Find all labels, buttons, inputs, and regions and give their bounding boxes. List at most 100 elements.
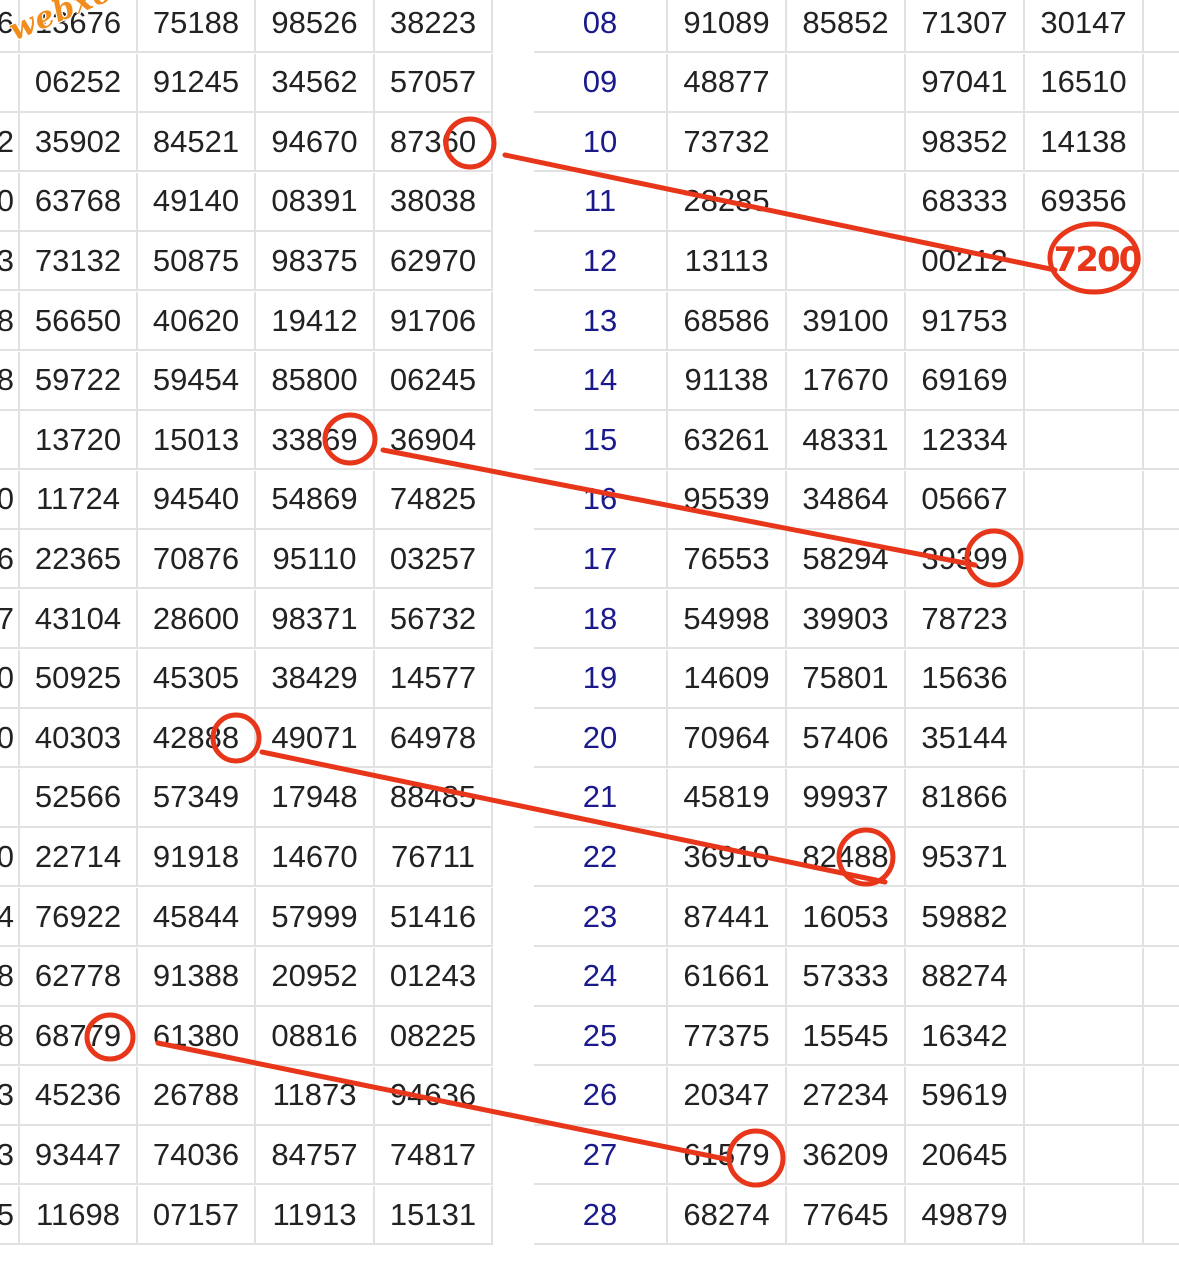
table-edge-cell: [1144, 0, 1179, 53]
result-cell: 99937: [787, 768, 906, 828]
result-cell: 00212: [906, 232, 1025, 292]
result-cell: 70876: [138, 530, 256, 590]
result-cell: 17948: [256, 768, 375, 828]
result-cell: 95371: [906, 828, 1025, 888]
result-cell: 35902: [20, 113, 138, 173]
result-cell: 63261: [668, 411, 787, 471]
result-cell: 13720: [20, 411, 138, 471]
result-cell: 11873: [256, 1066, 375, 1126]
result-cell: 81866: [906, 768, 1025, 828]
result-cell: 73732: [668, 113, 787, 173]
result-cell: 76553: [668, 530, 787, 590]
result-cell: 15013: [138, 411, 256, 471]
result-cell: 70964: [668, 709, 787, 769]
result-cell: 08225: [375, 1007, 493, 1067]
result-cell: 08391: [256, 172, 375, 232]
result-cell: 01243: [375, 947, 493, 1007]
result-cell: 14138: [1025, 113, 1144, 173]
result-cell: 45305: [138, 649, 256, 709]
day-number-cell: 20: [534, 709, 668, 769]
result-cell: 68333: [906, 172, 1025, 232]
result-cell: 39903: [787, 590, 906, 649]
result-cell: 91245: [138, 53, 256, 113]
result-cell: 91089: [668, 0, 787, 53]
result-cell: 06245: [375, 351, 493, 411]
result-cell: 22365: [20, 530, 138, 590]
result-cell: [1025, 590, 1144, 649]
result-cell: 95539: [668, 470, 787, 530]
result-cell: 36904: [375, 411, 493, 471]
result-cell: 20952: [256, 947, 375, 1007]
result-cell: 50925: [20, 649, 138, 709]
day-number-cell: 17: [534, 530, 668, 590]
result-cell: 91706: [375, 292, 493, 351]
result-cell: 98375: [256, 232, 375, 292]
result-cell: 85852: [787, 0, 906, 53]
result-cell: 27234: [787, 1066, 906, 1126]
day-number-cell: 19: [534, 649, 668, 709]
result-cell: 91388: [138, 947, 256, 1007]
table-edge-cell: [1144, 411, 1179, 471]
row-edge-digit: 2: [0, 113, 20, 173]
result-cell: 59454: [138, 351, 256, 411]
result-cell: 14670: [256, 828, 375, 888]
result-cell: 78723: [906, 590, 1025, 649]
result-cell: [1025, 1126, 1144, 1186]
result-cell: [1025, 292, 1144, 351]
result-cell: 69356: [1025, 172, 1144, 232]
table-edge-cell: [1144, 590, 1179, 649]
result-cell: 49071: [256, 709, 375, 769]
result-cell: 54869: [256, 470, 375, 530]
result-cell: 05667: [906, 470, 1025, 530]
result-cell: 59882: [906, 888, 1025, 947]
row-edge-digit: 3: [0, 1066, 20, 1126]
result-cell: [1025, 828, 1144, 888]
result-cell: [1025, 1066, 1144, 1126]
day-number-cell: 27: [534, 1126, 668, 1186]
result-cell: 95110: [256, 530, 375, 590]
result-cell: 94670: [256, 113, 375, 173]
result-cell: 34864: [787, 470, 906, 530]
day-number-cell: 26: [534, 1066, 668, 1126]
result-cell: 87441: [668, 888, 787, 947]
day-number-cell: 21: [534, 768, 668, 828]
result-cell: 15636: [906, 649, 1025, 709]
result-cell: 77645: [787, 1186, 906, 1245]
result-cell: 91138: [668, 351, 787, 411]
result-cell: 58294: [787, 530, 906, 590]
result-cell: 61661: [668, 947, 787, 1007]
result-cell: 52566: [20, 768, 138, 828]
result-cell: 49140: [138, 172, 256, 232]
row-edge-digit: 5: [0, 1186, 20, 1245]
table-edge-cell: [1144, 113, 1179, 173]
result-cell: [1025, 1186, 1144, 1245]
result-cell: 36910: [668, 828, 787, 888]
result-cell: 14609: [668, 649, 787, 709]
result-cell: 14577: [375, 649, 493, 709]
result-cell: 12334: [906, 411, 1025, 471]
result-cell: 87360: [375, 113, 493, 173]
table-edge-cell: [1144, 709, 1179, 769]
result-cell: 39100: [787, 292, 906, 351]
result-cell: 64978: [375, 709, 493, 769]
result-cell: 48331: [787, 411, 906, 471]
result-cell: 16053: [787, 888, 906, 947]
table-edge-cell: [1144, 1067, 1179, 1126]
result-cell: 45236: [20, 1066, 138, 1126]
result-cell: 40620: [138, 292, 256, 351]
row-edge-digit: 0: [0, 172, 20, 232]
result-cell: 35144: [906, 709, 1025, 769]
row-edge-digit: 7: [0, 590, 20, 649]
result-cell: 03257: [375, 530, 493, 590]
result-cell: 88485: [375, 768, 493, 828]
result-cell: 48877: [668, 53, 787, 113]
result-cell: [1025, 411, 1144, 471]
result-cell: 06252: [20, 53, 138, 113]
day-number-cell: 16: [534, 470, 668, 530]
result-cell: 73132: [20, 232, 138, 292]
result-cell: 76922: [20, 888, 138, 947]
result-cell: 57349: [138, 768, 256, 828]
result-cell: 68274: [668, 1186, 787, 1245]
row-edge-digit: 8: [0, 292, 20, 351]
lottery-results-sheet: 6136767518898526382230625291245345625705…: [0, 0, 1179, 1262]
